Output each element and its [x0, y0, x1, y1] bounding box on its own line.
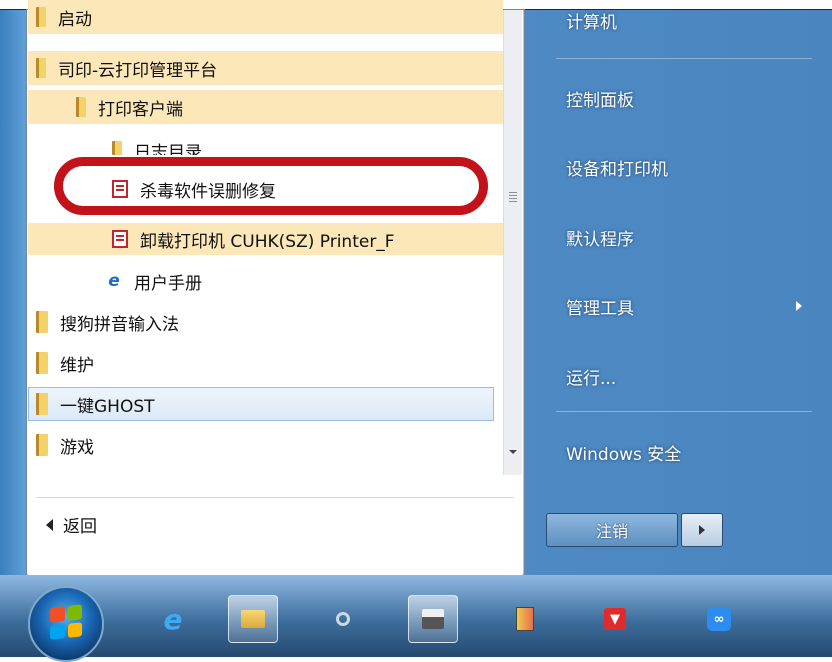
- submenu-arrow-icon: [796, 301, 802, 311]
- taskbar-app-button[interactable]: [500, 595, 550, 643]
- program-user-manual[interactable]: e 用户手册: [28, 264, 503, 298]
- program-label: 打印客户端: [98, 99, 183, 120]
- divider: [36, 497, 514, 498]
- app-icon: [516, 607, 534, 631]
- taskbar-antivirus-button[interactable]: ▼: [590, 595, 640, 643]
- taskbar-cloud-button[interactable]: ∞: [694, 595, 744, 643]
- folder-icon: [36, 311, 48, 333]
- cloud-icon: ∞: [707, 607, 731, 631]
- folder-icon: [36, 393, 48, 415]
- app-icon: [112, 230, 128, 248]
- right-item-control-panel[interactable]: 控制面板: [566, 86, 634, 111]
- logoff-button[interactable]: 注销: [546, 513, 678, 547]
- folder-icon: [36, 7, 46, 27]
- back-arrow-icon: [46, 518, 53, 531]
- programs-scrollbar[interactable]: [503, 10, 522, 475]
- folder-icon: [36, 352, 48, 374]
- taskbar-search-button[interactable]: [318, 595, 368, 643]
- program-folder-ghost[interactable]: 一键GHOST: [28, 387, 494, 421]
- folder-icon: [112, 141, 122, 155]
- arrow-right-icon: [699, 525, 705, 535]
- right-item-run[interactable]: 运行...: [566, 364, 616, 389]
- right-item-default-programs[interactable]: 默认程序: [566, 225, 634, 250]
- program-label: 用户手册: [134, 273, 202, 294]
- program-label: 启动: [58, 9, 92, 30]
- taskbar-ie-button[interactable]: e: [148, 595, 198, 643]
- program-folder-maintenance[interactable]: 维护: [28, 346, 503, 380]
- right-item-devices-printers[interactable]: 设备和打印机: [566, 155, 668, 180]
- program-label: 一键GHOST: [60, 396, 155, 417]
- taskbar-explorer-button[interactable]: [228, 595, 278, 643]
- folder-icon: [76, 97, 86, 117]
- program-folder-print-client[interactable]: 打印客户端: [28, 90, 503, 124]
- antivirus-icon: ▼: [604, 608, 626, 630]
- program-folder-startup[interactable]: 启动: [28, 0, 503, 34]
- divider: [556, 58, 812, 59]
- annotation-highlight-circle: [54, 157, 488, 215]
- explorer-icon: [241, 610, 265, 628]
- program-uninstall-printer[interactable]: 卸载打印机 CUHK(SZ) Printer_F: [28, 223, 503, 255]
- program-folder-sogou[interactable]: 搜狗拼音输入法: [28, 305, 503, 339]
- program-label: 维护: [60, 355, 94, 376]
- program-label: 游戏: [60, 437, 94, 458]
- shutdown-options-button[interactable]: [681, 513, 723, 547]
- ie-icon: e: [108, 271, 120, 291]
- program-folder-games[interactable]: 游戏: [28, 428, 503, 462]
- back-label: 返回: [63, 517, 97, 537]
- program-folder-log[interactable]: 日志目录: [28, 133, 503, 155]
- right-item-admin-tools[interactable]: 管理工具: [566, 294, 634, 319]
- program-folder-siyin[interactable]: 司印-云打印管理平台: [28, 51, 503, 85]
- right-item-windows-security[interactable]: Windows 安全: [566, 440, 681, 465]
- program-label: 日志目录: [134, 143, 202, 155]
- ie-icon: e: [163, 602, 183, 636]
- program-label: 搜狗拼音输入法: [60, 314, 179, 335]
- printer-icon: [422, 609, 444, 629]
- back-button[interactable]: 返回: [46, 512, 97, 537]
- folder-icon: [36, 434, 48, 456]
- right-item-computer[interactable]: 计算机: [566, 8, 617, 33]
- scrollbar-grip-icon[interactable]: [509, 192, 517, 204]
- divider: [556, 411, 812, 412]
- search-icon: [336, 612, 350, 626]
- folder-icon: [36, 58, 46, 78]
- scroll-down-arrow-icon[interactable]: [509, 450, 517, 454]
- windows-logo-icon: [50, 604, 82, 640]
- taskbar-printer-button[interactable]: [408, 595, 458, 643]
- program-label: 卸载打印机 CUHK(SZ) Printer_F: [140, 231, 395, 252]
- program-label: 司印-云打印管理平台: [58, 60, 218, 81]
